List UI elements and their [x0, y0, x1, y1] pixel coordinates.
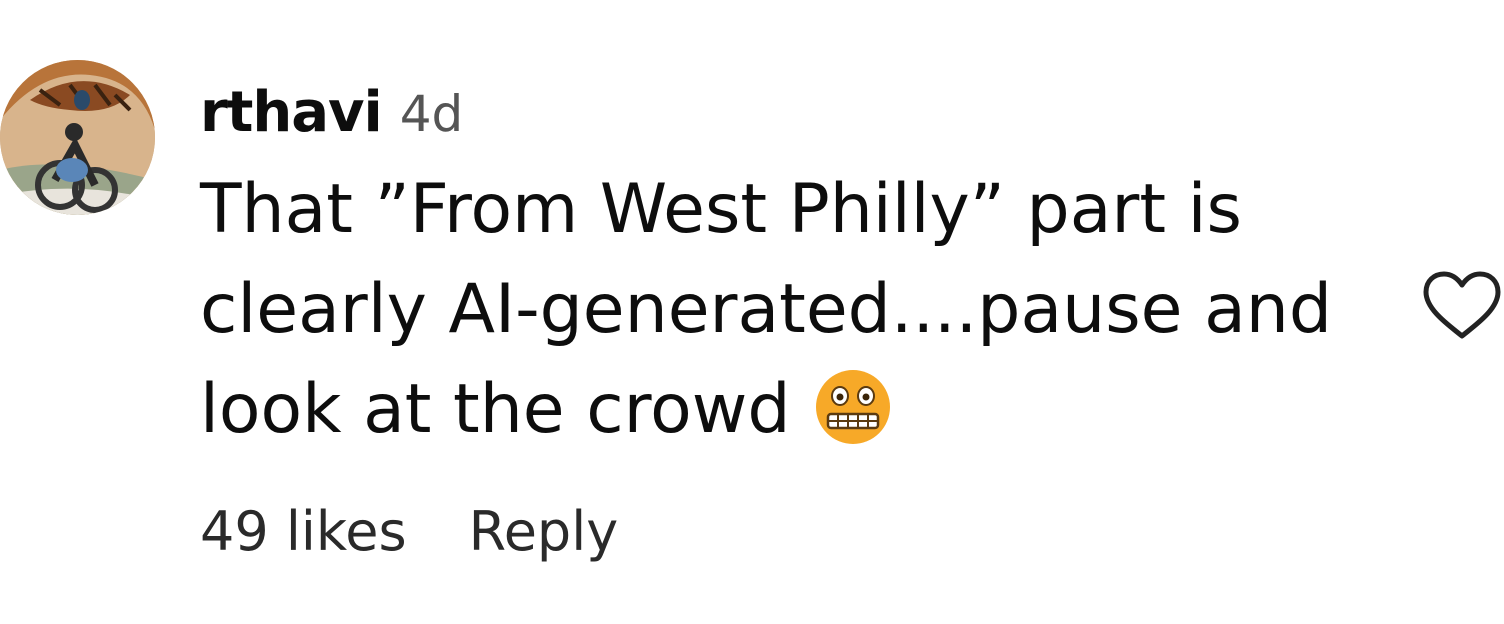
avatar[interactable]	[0, 60, 155, 215]
heart-outline-icon[interactable]	[1420, 268, 1504, 342]
likes-count[interactable]: 49 likes	[200, 500, 407, 563]
comment-text: That ”From West Philly” part is clearly …	[200, 160, 1400, 460]
comment-line-last: look at the crowd	[200, 360, 1400, 460]
comment-line-text: look at the crowd	[200, 370, 791, 449]
comment-line: That ”From West Philly” part is	[200, 170, 1242, 249]
comment: rthavi 4d That ”From West Philly” part i…	[0, 0, 1504, 624]
comment-header: rthavi 4d	[200, 80, 463, 150]
grimacing-face-icon	[814, 368, 892, 446]
comment-actions: 49 likes Reply	[200, 500, 618, 563]
avatar-image	[0, 60, 155, 215]
comment-line: clearly AI-generated....pause and	[200, 270, 1333, 349]
username[interactable]: rthavi	[200, 80, 383, 145]
timestamp: 4d	[399, 85, 464, 143]
reply-button[interactable]: Reply	[469, 500, 619, 563]
